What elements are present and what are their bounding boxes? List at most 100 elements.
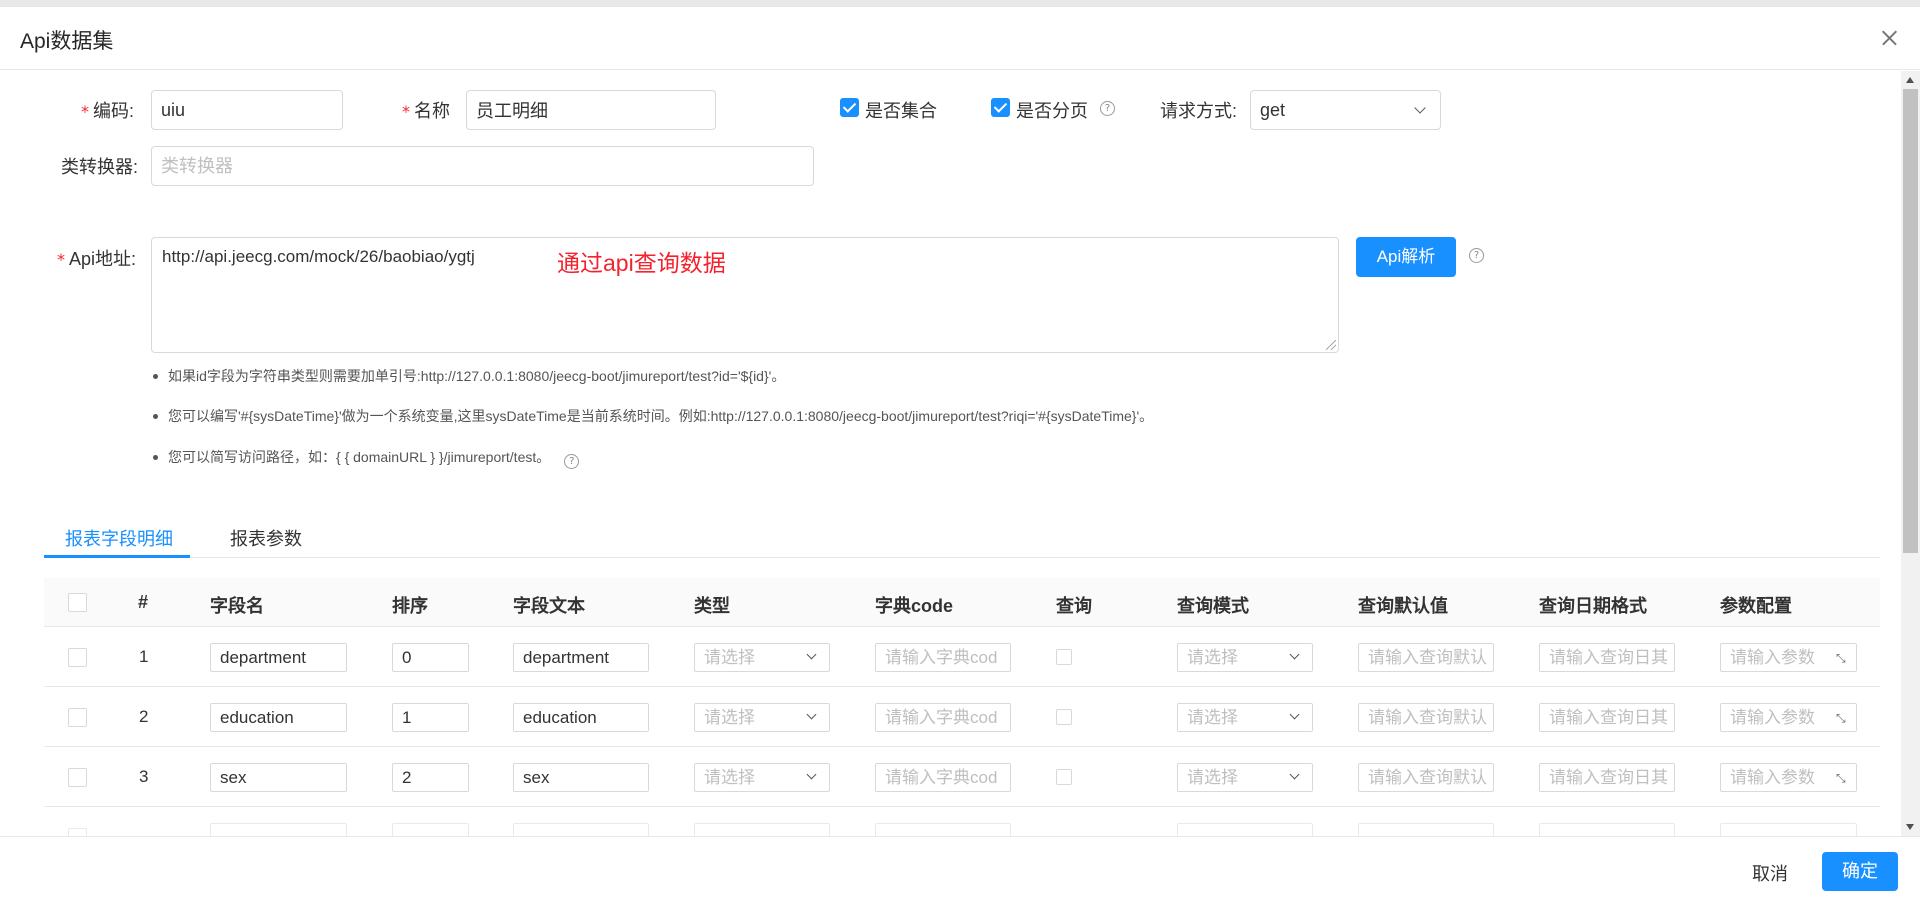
chevron-down-icon [1289,769,1300,780]
type-select-value: 请选择 [704,768,755,787]
param-config-input[interactable] [1720,823,1857,836]
query-date-format-input[interactable]: 请输入查询日其 [1539,763,1675,792]
hint-item: 您可以编写'#{sysDateTime}'做为一个系统变量,这里sysDateT… [151,406,1153,426]
query-checkbox[interactable] [1056,709,1072,725]
class-converter-label: 类转换器: [61,157,139,177]
is-collection-checkbox[interactable] [840,98,859,117]
type-select-value: 请选择 [704,648,755,667]
api-url-value: http://api.jeecg.com/mock/26/baobiao/ygt… [162,247,475,266]
field-name-input[interactable] [210,823,347,836]
type-select[interactable]: 请选择 [694,703,830,732]
field-name-input[interactable]: sex [210,763,347,792]
scroll-up-icon[interactable] [1906,77,1914,83]
cancel-button[interactable]: 取消 [1752,860,1788,886]
request-method-select[interactable]: get [1250,90,1441,130]
query-date-format-input[interactable]: 请输入查询日其 [1539,643,1675,672]
class-converter-input[interactable] [151,146,814,186]
tab-report-params[interactable]: 报表参数 [230,525,302,551]
field-text-input[interactable]: department [513,643,649,672]
dict-code-input[interactable]: 请输入字典cod [875,763,1011,792]
order-input[interactable]: 2 [392,763,469,792]
scroll-down-icon[interactable] [1906,824,1914,830]
is-paged-checkbox[interactable] [991,98,1010,117]
help-icon[interactable]: ? [1469,248,1484,263]
name-label-text: 名称 [414,101,450,121]
col-query-mode: 查询模式 [1177,596,1249,616]
ok-button[interactable]: 确定 [1822,852,1898,891]
modal-title: Api数据集 [20,30,114,53]
query-default-input[interactable]: 请输入查询默认 [1358,643,1494,672]
order-input[interactable] [392,823,469,836]
table-header: # 字段名 排序 字段文本 类型 字典code 查询 查询模式 查询默认值 查询… [44,578,1880,627]
modal-header: Api数据集 [0,7,1920,70]
order-input[interactable]: 1 [392,703,469,732]
expand-icon[interactable]: ⤡ [1836,711,1850,725]
chevron-down-icon [806,769,817,780]
help-icon[interactable]: ? [564,454,580,469]
param-config-input[interactable]: 请输入参数 ⤡ [1720,763,1857,792]
api-parse-button[interactable]: Api解析 [1356,237,1456,277]
vertical-scrollbar[interactable] [1901,71,1920,836]
row-index: 2 [139,707,149,726]
row-index: 1 [139,647,149,666]
close-icon[interactable] [1874,23,1904,53]
expand-icon[interactable]: ⤡ [1836,771,1850,785]
api-url-textarea[interactable]: http://api.jeecg.com/mock/26/baobiao/ygt… [151,237,1339,353]
bullet [153,454,158,460]
query-date-format-input[interactable] [1539,823,1675,836]
hint-text: 如果id字段为字符串类型则需要加单引号:http://127.0.0.1:808… [168,368,786,384]
query-mode-select[interactable]: 请选择 [1177,763,1313,792]
dict-code-input[interactable]: 请输入字典cod [875,643,1011,672]
field-name-input[interactable]: education [210,703,347,732]
param-config-input[interactable]: 请输入参数 ⤡ [1720,643,1857,672]
col-query-default: 查询默认值 [1358,596,1448,616]
scrollbar-thumb[interactable] [1903,89,1918,553]
field-text-input[interactable]: sex [513,763,649,792]
api-url-label-text: Api地址: [69,249,137,269]
query-mode-select[interactable]: 请选择 [1177,703,1313,732]
query-mode-select[interactable] [1177,823,1313,836]
row-checkbox[interactable] [68,708,87,727]
dict-code-input[interactable] [875,823,1011,836]
row-checkbox[interactable] [68,828,87,836]
bullet [153,373,158,379]
type-select[interactable] [694,823,830,836]
top-divider [0,0,1920,7]
help-icon[interactable]: ? [1100,101,1115,116]
field-text-input[interactable] [513,823,649,836]
code-input[interactable] [151,90,343,130]
name-input[interactable] [466,90,716,130]
required-mark: * [57,250,65,269]
dict-code-input[interactable]: 请输入字典cod [875,703,1011,732]
table-row: 2 education 1 education 请选择 请输入字典cod 请选择… [44,687,1880,747]
type-select[interactable]: 请选择 [694,763,830,792]
query-mode-select-value: 请选择 [1187,708,1238,727]
required-mark: * [402,102,410,121]
chevron-down-icon [806,649,817,660]
is-paged-label: 是否分页 [1016,101,1088,121]
query-mode-select[interactable]: 请选择 [1177,643,1313,672]
required-mark: * [81,102,89,121]
field-name-input[interactable]: department [210,643,347,672]
query-default-input[interactable]: 请输入查询默认 [1358,703,1494,732]
query-date-format-input[interactable]: 请输入查询日其 [1539,703,1675,732]
query-checkbox[interactable] [1056,769,1072,785]
order-input[interactable]: 0 [392,643,469,672]
select-all-checkbox[interactable] [68,593,87,612]
col-field-name: 字段名 [210,596,264,616]
query-checkbox[interactable] [1056,649,1072,665]
resize-handle[interactable] [1326,340,1336,350]
query-default-input[interactable] [1358,823,1494,836]
param-config-input[interactable]: 请输入参数 ⤡ [1720,703,1857,732]
row-index: 3 [139,767,149,786]
query-default-input[interactable]: 请输入查询默认 [1358,763,1494,792]
row-checkbox[interactable] [68,648,87,667]
row-checkbox[interactable] [68,768,87,787]
tab-field-details[interactable]: 报表字段明细 [65,525,173,551]
field-text-input[interactable]: education [513,703,649,732]
param-config-value: 请输入参数 [1730,708,1815,727]
chevron-down-icon [1289,709,1300,720]
type-select[interactable]: 请选择 [694,643,830,672]
expand-icon[interactable]: ⤡ [1836,651,1850,665]
query-mode-select-value: 请选择 [1187,768,1238,787]
